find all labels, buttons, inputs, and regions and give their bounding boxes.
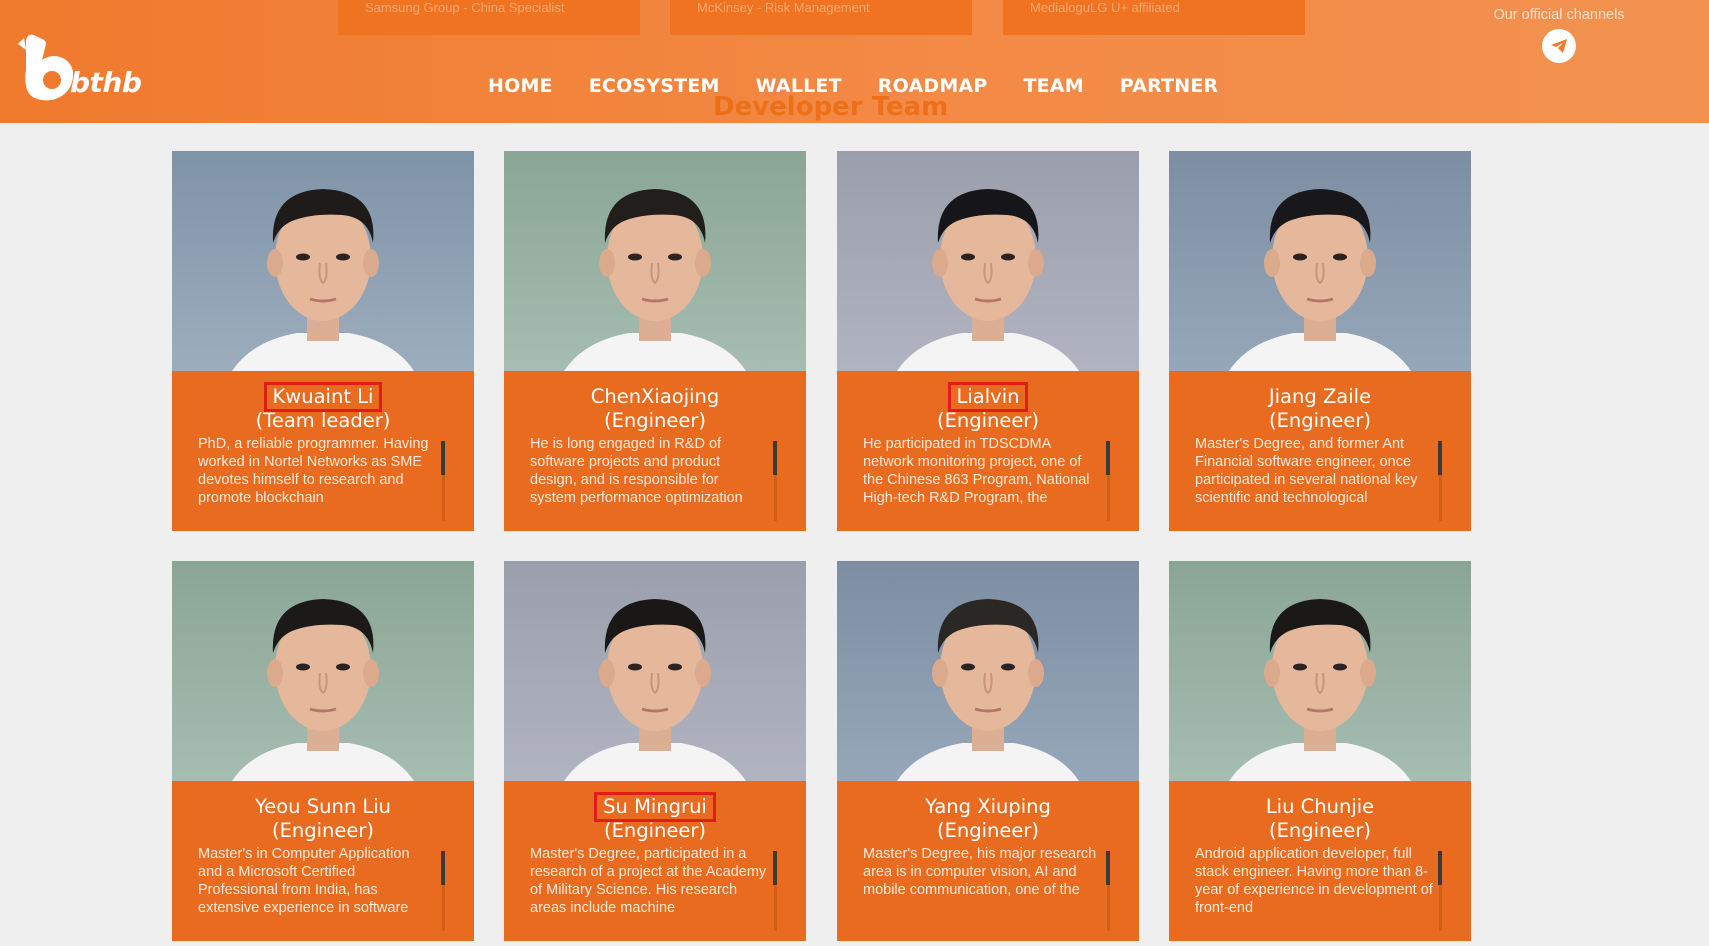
description-scrollbar-thumb[interactable] bbox=[1438, 851, 1442, 885]
member-role: (Engineer) bbox=[1268, 409, 1372, 432]
member-photo bbox=[172, 151, 474, 371]
member-name: Lialvin bbox=[947, 382, 1029, 412]
member-photo bbox=[837, 151, 1139, 371]
team-card[interactable]: Lialvin (Engineer) He participated in TDSC… bbox=[837, 151, 1139, 531]
member-info: Jiang Zaile (Engineer) Master's Degree, an… bbox=[1169, 371, 1471, 531]
description-scrollbar-thumb[interactable] bbox=[1106, 441, 1110, 475]
telegram-icon[interactable] bbox=[1542, 29, 1576, 63]
top-card-text: Samsung Group - China Specialist bbox=[365, 0, 565, 15]
member-photo bbox=[1169, 151, 1471, 371]
member-photo bbox=[1169, 561, 1471, 781]
member-description[interactable]: He participated in TDSCDMA network monit… bbox=[837, 435, 1139, 507]
member-role: (Engineer) bbox=[936, 409, 1040, 432]
member-photo bbox=[504, 561, 806, 781]
member-info: Yeou Sunn Liu (Engineer) Master's in Compu… bbox=[172, 781, 474, 941]
member-role: (Engineer) bbox=[936, 819, 1040, 842]
member-name: Su Mingrui bbox=[594, 792, 716, 822]
member-role: (Engineer) bbox=[603, 819, 707, 842]
description-scrollbar-thumb[interactable] bbox=[441, 851, 445, 885]
member-description[interactable]: Master's Degree, and former Ant Financia… bbox=[1169, 435, 1471, 507]
top-card-text: McKinsey - Risk Management bbox=[697, 0, 870, 15]
member-info: ChenXiaojing (Engineer) He is long engaged… bbox=[504, 371, 806, 531]
member-role: (Engineer) bbox=[603, 409, 707, 432]
member-description[interactable]: Android application developer, full stac… bbox=[1169, 845, 1471, 917]
member-photo bbox=[504, 151, 806, 371]
member-name: Liu Chunjie bbox=[1265, 795, 1375, 818]
team-card[interactable]: Yang Xiuping (Engineer) Master's Degree, h… bbox=[837, 561, 1139, 941]
member-role: (Engineer) bbox=[271, 819, 375, 842]
nav-home[interactable]: HOME bbox=[488, 75, 553, 97]
member-photo bbox=[172, 561, 474, 781]
nav-ecosystem[interactable]: ECOSYSTEM bbox=[589, 75, 720, 97]
member-info: Su Mingrui (Engineer) Master's Degree, par… bbox=[504, 781, 806, 941]
member-info: Lialvin (Engineer) He participated in TDSC… bbox=[837, 371, 1139, 531]
top-card-3[interactable]: MedialoguLG U+ affiliated bbox=[1003, 0, 1305, 35]
description-scrollbar-thumb[interactable] bbox=[773, 851, 777, 885]
nav-partner[interactable]: PARTNER bbox=[1120, 75, 1219, 97]
top-card-1[interactable]: Samsung Group - China Specialist bbox=[338, 0, 640, 35]
member-info: Kwuaint Li (Team leader) PhD, a reliable p… bbox=[172, 371, 474, 531]
member-name: Jiang Zaile bbox=[1268, 385, 1372, 408]
team-card[interactable]: Su Mingrui (Engineer) Master's Degree, par… bbox=[504, 561, 806, 941]
member-description[interactable]: He is long engaged in R&D of software pr… bbox=[504, 435, 806, 507]
top-card-2[interactable]: McKinsey - Risk Management bbox=[670, 0, 972, 35]
description-scrollbar-thumb[interactable] bbox=[773, 441, 777, 475]
member-photo bbox=[837, 561, 1139, 781]
description-scrollbar-thumb[interactable] bbox=[1438, 441, 1442, 475]
member-info: Yang Xiuping (Engineer) Master's Degree, h… bbox=[837, 781, 1139, 941]
section-title: Developer Team bbox=[713, 92, 949, 122]
member-description[interactable]: Master's Degree, his major research area… bbox=[837, 845, 1139, 917]
member-description[interactable]: Master's in Computer Application and a M… bbox=[172, 845, 474, 917]
description-scrollbar-thumb[interactable] bbox=[1106, 851, 1110, 885]
member-info: Liu Chunjie (Engineer) Android application… bbox=[1169, 781, 1471, 941]
member-description[interactable]: Master's Degree, participated in a resea… bbox=[504, 845, 806, 917]
team-card[interactable]: Kwuaint Li (Team leader) PhD, a reliable p… bbox=[172, 151, 474, 531]
member-name: Kwuaint Li bbox=[263, 382, 383, 412]
nav-team[interactable]: TEAM bbox=[1023, 75, 1083, 97]
member-role: (Team leader) bbox=[255, 409, 391, 432]
member-role: (Engineer) bbox=[1268, 819, 1372, 842]
team-card[interactable]: Yeou Sunn Liu (Engineer) Master's in Compu… bbox=[172, 561, 474, 941]
channels-label: Our official channels bbox=[1493, 7, 1625, 23]
official-channels: Our official channels bbox=[1484, 7, 1634, 63]
member-description[interactable]: PhD, a reliable programmer. Having worke… bbox=[172, 435, 474, 507]
team-card[interactable]: Liu Chunjie (Engineer) Android application… bbox=[1169, 561, 1471, 941]
member-name: Yang Xiuping bbox=[925, 795, 1051, 818]
description-scrollbar-thumb[interactable] bbox=[441, 441, 445, 475]
top-card-text: MedialoguLG U+ affiliated bbox=[1030, 0, 1180, 15]
team-card[interactable]: ChenXiaojing (Engineer) He is long engaged… bbox=[504, 151, 806, 531]
logo-text[interactable]: bthb bbox=[70, 66, 142, 99]
team-card[interactable]: Jiang Zaile (Engineer) Master's Degree, an… bbox=[1169, 151, 1471, 531]
member-name: ChenXiaojing bbox=[590, 385, 720, 408]
member-name: Yeou Sunn Liu bbox=[254, 795, 392, 818]
